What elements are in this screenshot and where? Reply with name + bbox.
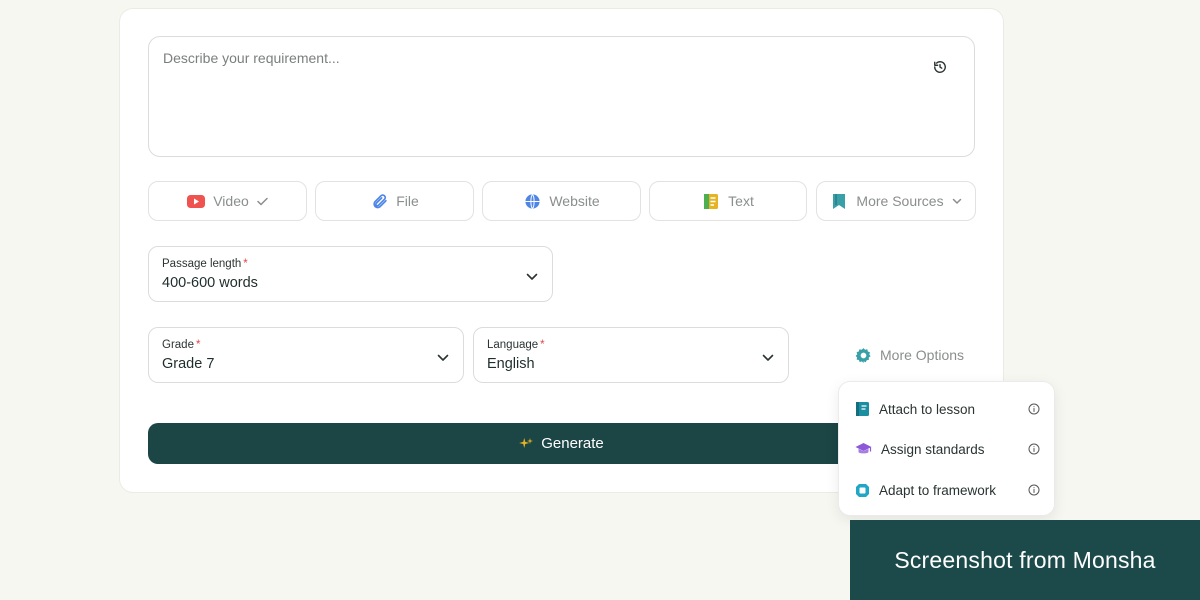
globe-icon <box>523 192 541 210</box>
chevron-down-icon <box>437 349 449 367</box>
requirement-input[interactable] <box>149 37 974 156</box>
video-source-button[interactable]: Video <box>148 181 307 221</box>
graduation-cap-icon <box>855 442 872 456</box>
more-sources-label: More Sources <box>856 193 944 209</box>
check-icon <box>257 197 268 206</box>
chevron-down-icon <box>762 349 774 367</box>
grade-select[interactable]: Grade * Grade 7 <box>148 327 464 383</box>
history-icon[interactable] <box>932 59 948 75</box>
requirement-input-box <box>148 36 975 157</box>
sparkle-icon <box>519 437 534 451</box>
info-icon[interactable] <box>1028 484 1040 496</box>
more-options-button[interactable]: More Options <box>855 345 964 365</box>
website-source-label: Website <box>549 193 600 209</box>
info-icon[interactable] <box>1028 403 1040 415</box>
assign-standards-label: Assign standards <box>881 441 985 457</box>
grade-label: Grade * <box>162 339 201 351</box>
file-source-button[interactable]: File <box>315 181 474 221</box>
file-source-label: File <box>396 193 419 209</box>
more-options-menu: Attach to lesson Assign standards Adapt … <box>838 381 1055 516</box>
passage-length-label: Passage length * <box>162 258 248 270</box>
more-options-label: More Options <box>880 347 965 363</box>
banner-text: Screenshot from Monsha <box>894 546 1156 573</box>
text-source-button[interactable]: Text <box>649 181 807 221</box>
grade-value: Grade 7 <box>162 356 215 372</box>
bookmark-icon <box>830 192 848 210</box>
website-source-button[interactable]: Website <box>482 181 641 221</box>
assign-standards-item[interactable]: Assign standards <box>855 438 1040 460</box>
generate-label: Generate <box>541 435 604 452</box>
language-label: Language * <box>487 339 545 351</box>
youtube-icon <box>187 192 206 210</box>
gear-icon <box>855 347 872 364</box>
adapt-to-framework-item[interactable]: Adapt to framework <box>855 479 1040 501</box>
language-value: English <box>487 356 535 372</box>
language-select[interactable]: Language * English <box>473 327 789 383</box>
framework-icon <box>855 483 870 498</box>
chevron-down-icon <box>526 268 538 286</box>
attach-to-lesson-label: Attach to lesson <box>879 401 976 417</box>
paperclip-icon <box>370 192 388 210</box>
video-source-label: Video <box>213 193 249 209</box>
adapt-to-framework-label: Adapt to framework <box>879 482 997 498</box>
screenshot-banner: Screenshot from Monsha <box>850 520 1200 600</box>
book-icon <box>855 401 870 417</box>
chevron-down-icon <box>952 198 962 205</box>
text-document-icon <box>702 192 720 210</box>
text-source-label: Text <box>728 193 754 209</box>
attach-to-lesson-item[interactable]: Attach to lesson <box>855 398 1040 420</box>
passage-length-value: 400-600 words <box>162 275 258 291</box>
info-icon[interactable] <box>1028 443 1040 455</box>
passage-length-select[interactable]: Passage length * 400-600 words <box>148 246 553 302</box>
more-sources-button[interactable]: More Sources <box>816 181 976 221</box>
